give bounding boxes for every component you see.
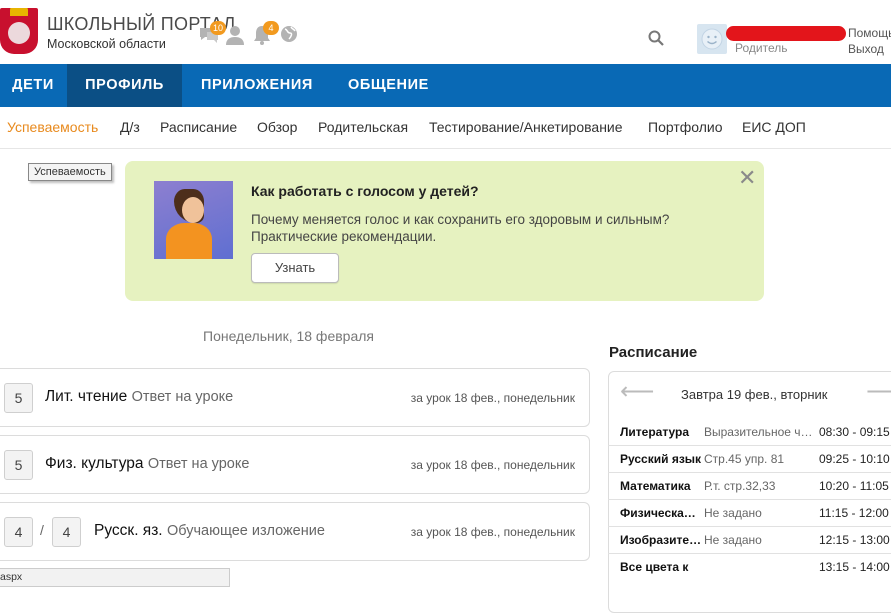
schedule-subject: Литература	[620, 425, 690, 439]
grade-kind: Ответ на уроке	[147, 456, 250, 472]
grade-badge: 5	[4, 450, 33, 480]
schedule-homework: Не задано	[704, 533, 762, 547]
schedule-time: 08:30 - 09:15	[819, 425, 890, 439]
grade-badge: 5	[4, 383, 33, 413]
nav-tab-profile[interactable]: ПРОФИЛЬ	[67, 64, 182, 107]
schedule-row[interactable]: Математика Р.т. стр.32,33 10:20 - 11:05	[608, 473, 891, 500]
notifications-button[interactable]: 4	[251, 21, 279, 46]
rider-emblem-icon	[8, 22, 30, 44]
avatar[interactable]	[697, 24, 727, 54]
nav-tab-children[interactable]: ДЕТИ	[0, 64, 66, 107]
nav-tab-apps[interactable]: ПРИЛОЖЕНИЯ	[201, 64, 313, 107]
banner-text: Почему меняется голос и как сохранить ег…	[251, 212, 670, 244]
subnav-homework[interactable]: Д/з	[120, 119, 140, 135]
crown-icon	[10, 8, 28, 16]
schedule-time: 11:15 - 12:00	[819, 506, 889, 520]
banner-image	[154, 181, 233, 259]
region-emblem-logo[interactable]	[0, 8, 38, 54]
grade-date: за урок 18 фев., понедельник	[410, 458, 575, 472]
subnav-testing[interactable]: Тестирование/Анкетирование	[429, 119, 623, 135]
grade-kind: Ответ на уроке	[131, 389, 234, 405]
help-link[interactable]: Помощь	[848, 26, 891, 40]
schedule-homework: Выразительное чтение	[704, 425, 816, 439]
schedule-homework: Не задано	[704, 506, 762, 520]
grade-subject: Физ. культура Ответ на уроке	[45, 455, 250, 472]
notifications-badge: 4	[263, 21, 279, 35]
nav-tab-communication[interactable]: ОБЩЕНИЕ	[348, 64, 429, 107]
globe-button[interactable]	[279, 24, 301, 46]
subnav-schedule[interactable]: Расписание	[160, 119, 237, 135]
schedule-day-label: Завтра 19 фев., вторник	[681, 387, 828, 402]
feed-date-label: Понедельник, 18 февраля	[203, 328, 374, 344]
person-icon	[226, 26, 244, 45]
browser-status-bar: aspx	[0, 568, 230, 587]
schedule-time: 12:15 - 13:00	[819, 533, 890, 547]
grade-badge: 4	[52, 517, 81, 547]
schedule-row[interactable]: Русский язык Стр.45 упр. 81 09:25 - 10:1…	[608, 446, 891, 473]
arrow-left-icon[interactable]: ⟵	[620, 380, 654, 404]
user-role: Родитель	[735, 41, 788, 55]
search-icon[interactable]	[648, 30, 664, 46]
profile-button[interactable]	[224, 24, 246, 46]
schedule-homework: Стр.45 упр. 81	[704, 452, 785, 466]
schedule-subject: Изобразительное искусство	[620, 533, 702, 547]
schedule-row[interactable]: Физическая культура Не задано 11:15 - 12…	[608, 500, 891, 527]
schedule-title: Расписание	[609, 344, 698, 361]
messages-button[interactable]: 10	[198, 21, 226, 46]
globe-icon	[281, 26, 297, 42]
subnav-parental[interactable]: Родительская	[318, 119, 408, 135]
subnav-overview[interactable]: Обзор	[257, 119, 297, 135]
subnav-portfolio[interactable]: Портфолио	[648, 119, 723, 135]
grade-kind: Обучающее изложение	[166, 523, 325, 539]
main-nav: ДЕТИ ПРОФИЛЬ ПРИЛОЖЕНИЯ ОБЩЕНИЕ	[0, 64, 891, 107]
schedule-subject: Физическая культура	[620, 506, 702, 520]
grade-card[interactable]: 4 / 4 Русск. яз. Обучающее изложение за …	[0, 502, 590, 561]
schedule-homework: Р.т. стр.32,33	[704, 479, 776, 493]
learn-more-button[interactable]: Узнать	[251, 253, 339, 283]
grade-separator: /	[40, 522, 44, 538]
close-icon[interactable]: ✕	[738, 167, 756, 189]
schedule-time: 13:15 - 14:00	[819, 560, 890, 574]
schedule-time: 09:25 - 10:10	[819, 452, 890, 466]
grade-card[interactable]: 5 Физ. культура Ответ на уроке за урок 1…	[0, 435, 590, 494]
logout-link[interactable]: Выход	[848, 42, 884, 56]
redacted-username	[726, 26, 846, 41]
schedule-subject: Русский язык	[620, 452, 702, 466]
sub-nav: Успеваемость Д/з Расписание Обзор Родите…	[0, 107, 891, 149]
subnav-performance[interactable]: Успеваемость	[7, 119, 98, 135]
schedule-row[interactable]: Все цвета к 13:15 - 14:00	[608, 554, 891, 580]
grade-date: за урок 18 фев., понедельник	[410, 391, 575, 405]
grade-date: за урок 18 фев., понедельник	[410, 525, 575, 539]
grade-subject: Лит. чтение Ответ на уроке	[45, 388, 234, 405]
subnav-eis-dop[interactable]: ЕИС ДОП	[742, 119, 806, 135]
schedule-subject: Математика	[620, 479, 691, 493]
tooltip: Успеваемость	[28, 163, 112, 181]
schedule-time: 10:20 - 11:05	[819, 479, 889, 493]
schedule-subject: Все цвета к	[620, 560, 689, 574]
grade-subject: Русск. яз. Обучающее изложение	[94, 522, 325, 539]
banner-title: Как работать с голосом у детей?	[251, 183, 479, 199]
grade-card[interactable]: 5 Лит. чтение Ответ на уроке за урок 18 …	[0, 368, 590, 427]
grade-badge: 4	[4, 517, 33, 547]
arrow-right-icon[interactable]: ⟶	[866, 380, 891, 404]
schedule-row[interactable]: Изобразительное искусство Не задано 12:1…	[608, 527, 891, 554]
schedule-row[interactable]: Литература Выразительное чтение 08:30 - …	[608, 419, 891, 446]
smiley-face-icon	[701, 28, 723, 50]
portal-subtitle: Московской области	[47, 37, 166, 51]
